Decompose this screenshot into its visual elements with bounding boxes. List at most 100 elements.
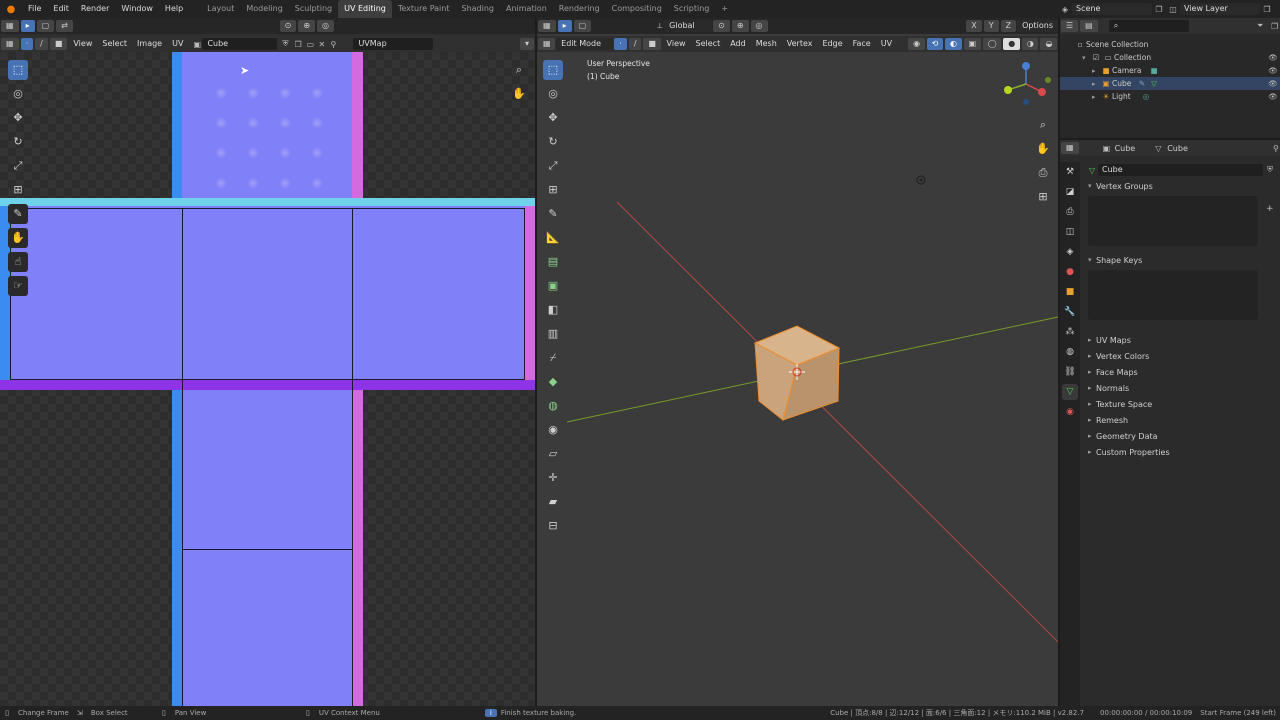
scene-selector[interactable]: Scene — [1072, 3, 1152, 15]
tab-uv-editing[interactable]: UV Editing — [338, 0, 392, 18]
light-visibility-icon[interactable]: 👁 — [1266, 92, 1280, 101]
outliner-row-scene-collection[interactable]: ▫ Scene Collection — [1060, 38, 1280, 51]
viewport-select-tool-button[interactable]: ▸ — [557, 20, 572, 32]
section-normals[interactable]: ▸ Normals — [1080, 380, 1280, 396]
outliner-type-icon[interactable]: ☰ — [1061, 20, 1079, 32]
grab-tool[interactable]: ✋ — [8, 228, 28, 248]
relax-tool[interactable]: ☝ — [8, 252, 28, 272]
viewport-editor-type-icon[interactable]: ▦ — [538, 20, 556, 32]
section-geometry-data[interactable]: ▸ Geometry Data — [1080, 428, 1280, 444]
menu-window[interactable]: Window — [115, 0, 159, 18]
select-mode-icon[interactable]: ▢ — [36, 20, 55, 32]
outliner-display-mode-icon[interactable]: ▤ — [1080, 20, 1098, 32]
ortho-toggle-icon[interactable]: ⊞ — [1033, 187, 1053, 207]
outliner-row-cube[interactable]: ▸ ▣ Cube ✎ ▽ 👁 — [1060, 77, 1280, 90]
expand-arrow-icon[interactable]: ▾ — [1082, 54, 1090, 62]
mesh-data-tab-icon[interactable]: ▽ — [1062, 384, 1078, 400]
material-shading-icon[interactable]: ◑ — [1021, 38, 1039, 50]
rotate-tool[interactable]: ↻ — [8, 132, 28, 152]
uv-face-center[interactable] — [182, 208, 353, 380]
outliner-search-input[interactable]: ⌕ — [1108, 20, 1189, 32]
tab-shading[interactable]: Shading — [455, 0, 500, 18]
data-fake-user-icon[interactable]: ⛨ — [1263, 165, 1277, 175]
outliner-row-collection[interactable]: ▾ ☑ ▭ Collection 👁 — [1060, 51, 1280, 64]
vertex-select-mode-icon[interactable]: · — [614, 38, 627, 50]
pivot-icon[interactable]: ⊙ — [279, 20, 297, 32]
spin-tool[interactable]: ◍ — [543, 396, 563, 416]
mode-dropdown[interactable]: Edit Mode — [556, 38, 614, 50]
properties-pin-icon[interactable]: ⚲ — [1268, 144, 1280, 153]
vp-scale-tool[interactable]: ⤢ — [543, 156, 563, 176]
particles-tab-icon[interactable]: ⁂ — [1062, 324, 1078, 340]
image-name-field[interactable]: Cube — [202, 38, 278, 50]
vp-transform-tool[interactable]: ⊞ — [543, 180, 563, 200]
view-layer-selector[interactable]: View Layer — [1180, 3, 1260, 15]
section-vertex-colors[interactable]: ▸ Vertex Colors — [1080, 348, 1280, 364]
transform-orientation-dropdown[interactable]: Global — [664, 20, 713, 32]
shear-tool[interactable]: ▰ — [543, 492, 563, 512]
bevel-tool[interactable]: ◧ — [543, 300, 563, 320]
uv-edge-select-icon[interactable]: / — [35, 38, 48, 50]
object-tab-icon[interactable]: ■ — [1062, 284, 1078, 300]
uvmap-field[interactable]: UVMap — [353, 38, 434, 50]
vertex-groups-add-button[interactable]: + — [1266, 204, 1274, 214]
solid-shading-icon[interactable]: ● — [1003, 38, 1020, 50]
smooth-tool[interactable]: ◉ — [543, 420, 563, 440]
menu-file[interactable]: File — [22, 0, 47, 18]
section-face-maps[interactable]: ▸ Face Maps — [1080, 364, 1280, 380]
tab-layout[interactable]: Layout — [201, 0, 240, 18]
section-remesh[interactable]: ▸ Remesh — [1080, 412, 1280, 428]
select-tool-button[interactable]: ▸ — [20, 20, 35, 32]
vp-move-tool[interactable]: ✥ — [543, 108, 563, 128]
uv-menu-image[interactable]: Image — [132, 35, 167, 53]
uv-editor-more-icon[interactable]: ▾ — [519, 38, 534, 50]
uv-face-right[interactable] — [352, 208, 525, 380]
extrude-tool[interactable]: ▤ — [543, 252, 563, 272]
edge-select-mode-icon[interactable]: / — [628, 38, 642, 50]
loop-cut-tool[interactable]: ▥ — [543, 324, 563, 344]
view-layer-tab-icon[interactable]: ◫ — [1062, 224, 1078, 240]
blender-logo-icon[interactable]: ● — [0, 4, 22, 15]
rendered-shading-icon[interactable]: ◒ — [1040, 38, 1058, 50]
visibility-icon[interactable]: ◉ — [908, 38, 925, 50]
scale-tool[interactable]: ⤢ — [8, 156, 28, 176]
outliner-row-light[interactable]: ▸ ☀ Light ◎ 👁 — [1060, 90, 1280, 103]
filter-icon[interactable]: ⏷ — [1252, 21, 1266, 31]
uv-menu-view[interactable]: View — [68, 35, 97, 53]
tab-rendering[interactable]: Rendering — [553, 0, 606, 18]
viewport-menu-view[interactable]: View — [662, 35, 691, 53]
edge-slide-tool[interactable]: ▱ — [543, 444, 563, 464]
uv-editor-type-icon[interactable]: ▦ — [1, 38, 19, 50]
unlink-image-icon[interactable]: ✕ — [313, 40, 325, 49]
render-tab-icon[interactable]: ◪ — [1062, 184, 1078, 200]
viewport-pan-icon[interactable]: ✋ — [1033, 139, 1053, 159]
gizmo-icon[interactable]: ⟲ — [926, 38, 944, 50]
mirror-z-button[interactable]: Z — [1000, 20, 1017, 32]
cube-visibility-icon[interactable]: 👁 — [1266, 79, 1280, 88]
section-shape-keys[interactable]: ▾ Shape Keys — [1080, 252, 1280, 268]
uv-menu-uv[interactable]: UV — [167, 35, 188, 53]
open-image-icon[interactable]: ▭ — [301, 40, 314, 49]
add-workspace-button[interactable]: + — [715, 0, 734, 18]
world-tab-icon[interactable]: ● — [1062, 264, 1078, 280]
section-vertex-groups[interactable]: ▾ Vertex Groups — [1080, 178, 1280, 194]
proportional-icon[interactable]: ◎ — [317, 20, 334, 32]
constraints-tab-icon[interactable]: ⛓ — [1062, 364, 1078, 380]
uv-vertex-select-icon[interactable]: · — [20, 38, 34, 50]
uv-face-back[interactable] — [182, 549, 353, 706]
properties-type-icon[interactable]: ▦ — [1061, 142, 1079, 154]
camera-expand-icon[interactable]: ▸ — [1092, 67, 1100, 75]
menu-edit[interactable]: Edit — [47, 0, 75, 18]
viewport-proportional-icon[interactable]: ◎ — [750, 20, 768, 32]
poly-build-tool[interactable]: ◆ — [543, 372, 563, 392]
cube-object[interactable] — [753, 325, 841, 421]
uv-face-select-icon[interactable]: ■ — [49, 38, 68, 50]
fake-user-icon[interactable]: ⛨ — [277, 39, 289, 49]
options-dropdown[interactable]: Options — [1017, 20, 1058, 32]
section-custom-properties[interactable]: ▸ Custom Properties — [1080, 444, 1280, 460]
vp-select-box-tool[interactable]: ⬚ — [543, 60, 563, 80]
section-texture-space[interactable]: ▸ Texture Space — [1080, 396, 1280, 412]
tab-texture-paint[interactable]: Texture Paint — [392, 0, 456, 18]
vp-rotate-tool[interactable]: ↻ — [543, 132, 563, 152]
data-name-field[interactable]: Cube — [1098, 164, 1263, 176]
